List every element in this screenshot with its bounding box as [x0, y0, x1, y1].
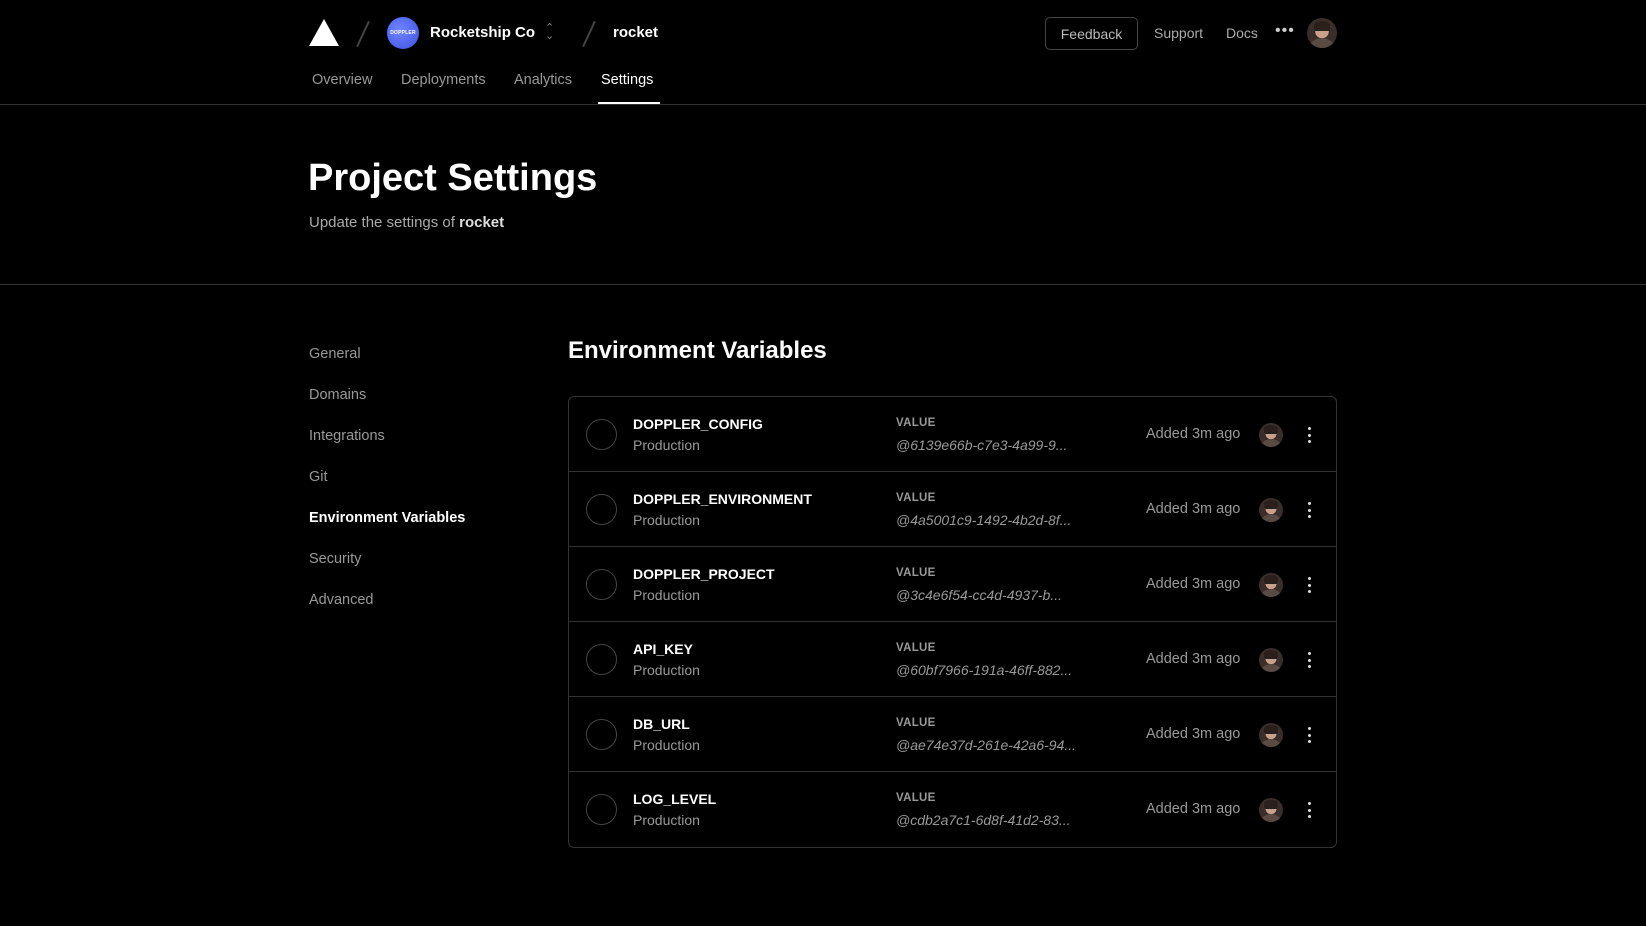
added-timestamp: Added 3m ago [1146, 726, 1241, 742]
chevron-updown-icon[interactable]: ⌃ ⌄ [545, 23, 554, 42]
env-variable-row: DOPPLER_PROJECT Production VALUE @3c4e6f… [569, 547, 1336, 622]
breadcrumb-separator [582, 20, 596, 48]
kebab-menu-icon[interactable] [1303, 500, 1315, 520]
page-subtitle: Update the settings of rocket [309, 214, 504, 231]
tab-overview[interactable]: Overview [312, 72, 372, 88]
author-avatar [1259, 423, 1283, 447]
project-name[interactable]: rocket [613, 24, 658, 41]
docs-link[interactable]: Docs [1226, 25, 1258, 41]
kebab-menu-icon[interactable] [1303, 650, 1315, 670]
env-variable-name: DOPPLER_CONFIG [633, 416, 763, 432]
tab-analytics[interactable]: Analytics [514, 72, 572, 88]
active-tab-indicator [598, 102, 660, 104]
sidenav-item-security[interactable]: Security [309, 551, 361, 567]
value-label: VALUE [896, 792, 936, 804]
added-timestamp: Added 3m ago [1146, 576, 1241, 592]
added-timestamp: Added 3m ago [1146, 651, 1241, 667]
env-variable-value: @ae74e37d-261e-42a6-94... [896, 737, 1077, 753]
env-variable-name: DOPPLER_PROJECT [633, 566, 775, 582]
author-avatar [1259, 798, 1283, 822]
more-menu-icon[interactable]: ••• [1275, 22, 1295, 40]
row-select-checkbox[interactable] [586, 494, 617, 525]
sidenav-item-environment-variables[interactable]: Environment Variables [309, 510, 465, 526]
kebab-menu-icon[interactable] [1303, 575, 1315, 595]
env-variable-row: LOG_LEVEL Production VALUE @cdb2a7c1-6d8… [569, 772, 1336, 847]
org-avatar[interactable]: DOPPLER [387, 17, 419, 49]
author-avatar [1259, 723, 1283, 747]
row-select-checkbox[interactable] [586, 569, 617, 600]
env-variable-row: DOPPLER_CONFIG Production VALUE @6139e66… [569, 397, 1336, 472]
env-variable-target: Production [633, 512, 700, 528]
kebab-menu-icon[interactable] [1303, 725, 1315, 745]
vercel-logo-icon[interactable] [309, 19, 339, 46]
row-select-checkbox[interactable] [586, 644, 617, 675]
env-variable-name: LOG_LEVEL [633, 791, 717, 807]
value-label: VALUE [896, 492, 936, 504]
env-variable-target: Production [633, 662, 700, 678]
env-variable-value: @6139e66b-c7e3-4a99-9... [896, 437, 1068, 453]
env-variable-value: @3c4e6f54-cc4d-4937-b... [896, 587, 1062, 603]
sidenav-item-advanced[interactable]: Advanced [309, 592, 374, 608]
added-timestamp: Added 3m ago [1146, 801, 1241, 817]
value-label: VALUE [896, 642, 936, 654]
value-label: VALUE [896, 717, 936, 729]
env-variable-value: @60bf7966-191a-46ff-882... [896, 662, 1073, 678]
org-name[interactable]: Rocketship Co [430, 24, 535, 41]
env-variable-name: API_KEY [633, 641, 693, 657]
env-variable-row: API_KEY Production VALUE @60bf7966-191a-… [569, 622, 1336, 697]
tab-deployments[interactable]: Deployments [401, 72, 486, 88]
row-select-checkbox[interactable] [586, 419, 617, 450]
org-avatar-text: DOPPLER [390, 30, 416, 36]
page-subtitle-project: rocket [459, 214, 505, 231]
top-navbar: DOPPLER Rocketship Co ⌃ ⌄ rocket Feedback… [0, 0, 1646, 105]
author-avatar [1259, 648, 1283, 672]
env-variable-row: DB_URL Production VALUE @ae74e37d-261e-4… [569, 697, 1336, 772]
row-select-checkbox[interactable] [586, 719, 617, 750]
feedback-button[interactable]: Feedback [1045, 17, 1138, 50]
env-variable-row: DOPPLER_ENVIRONMENT Production VALUE @4a… [569, 472, 1336, 547]
sidenav-item-integrations[interactable]: Integrations [309, 428, 385, 444]
env-variable-list: DOPPLER_CONFIG Production VALUE @6139e66… [568, 396, 1337, 848]
value-label: VALUE [896, 567, 936, 579]
env-variable-name: DB_URL [633, 716, 690, 732]
author-avatar [1259, 573, 1283, 597]
user-avatar[interactable] [1307, 18, 1337, 48]
env-variable-target: Production [633, 437, 700, 453]
added-timestamp: Added 3m ago [1146, 426, 1241, 442]
breadcrumb-separator [356, 20, 370, 48]
page-header: Project Settings Update the settings of … [0, 105, 1646, 285]
support-link[interactable]: Support [1154, 25, 1203, 41]
env-variable-target: Production [633, 587, 700, 603]
tab-settings[interactable]: Settings [601, 72, 653, 88]
env-variable-value: @4a5001c9-1492-4b2d-8f... [896, 512, 1072, 528]
env-variable-value: @cdb2a7c1-6d8f-41d2-83... [896, 812, 1071, 828]
kebab-menu-icon[interactable] [1303, 425, 1315, 445]
row-select-checkbox[interactable] [586, 794, 617, 825]
page-title: Project Settings [308, 157, 598, 199]
value-label: VALUE [896, 417, 936, 429]
env-variable-name: DOPPLER_ENVIRONMENT [633, 491, 812, 507]
added-timestamp: Added 3m ago [1146, 501, 1241, 517]
kebab-menu-icon[interactable] [1303, 800, 1315, 820]
page-subtitle-prefix: Update the settings of [309, 214, 460, 231]
sidenav-item-general[interactable]: General [309, 346, 361, 362]
section-title: Environment Variables [568, 337, 827, 364]
author-avatar [1259, 498, 1283, 522]
env-variable-target: Production [633, 737, 700, 753]
sidenav-item-git[interactable]: Git [309, 469, 328, 485]
sidenav-item-domains[interactable]: Domains [309, 387, 366, 403]
env-variable-target: Production [633, 812, 700, 828]
